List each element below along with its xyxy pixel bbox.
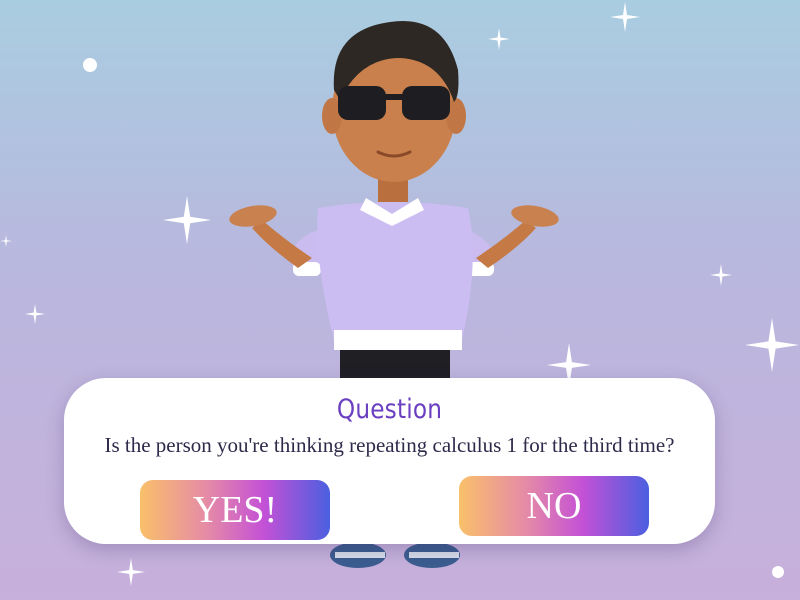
no-button[interactable]: NO	[459, 476, 649, 536]
no-button-label: NO	[526, 485, 582, 527]
question-title: Question	[336, 394, 443, 425]
yes-button-label: YES!	[192, 489, 278, 531]
question-text: Is the person you're thinking repeating …	[104, 433, 675, 457]
game-screen: Question Is the person you're thinking r…	[0, 0, 800, 600]
yes-button[interactable]: YES!	[140, 480, 330, 540]
question-card: Question Is the person you're thinking r…	[64, 378, 715, 544]
